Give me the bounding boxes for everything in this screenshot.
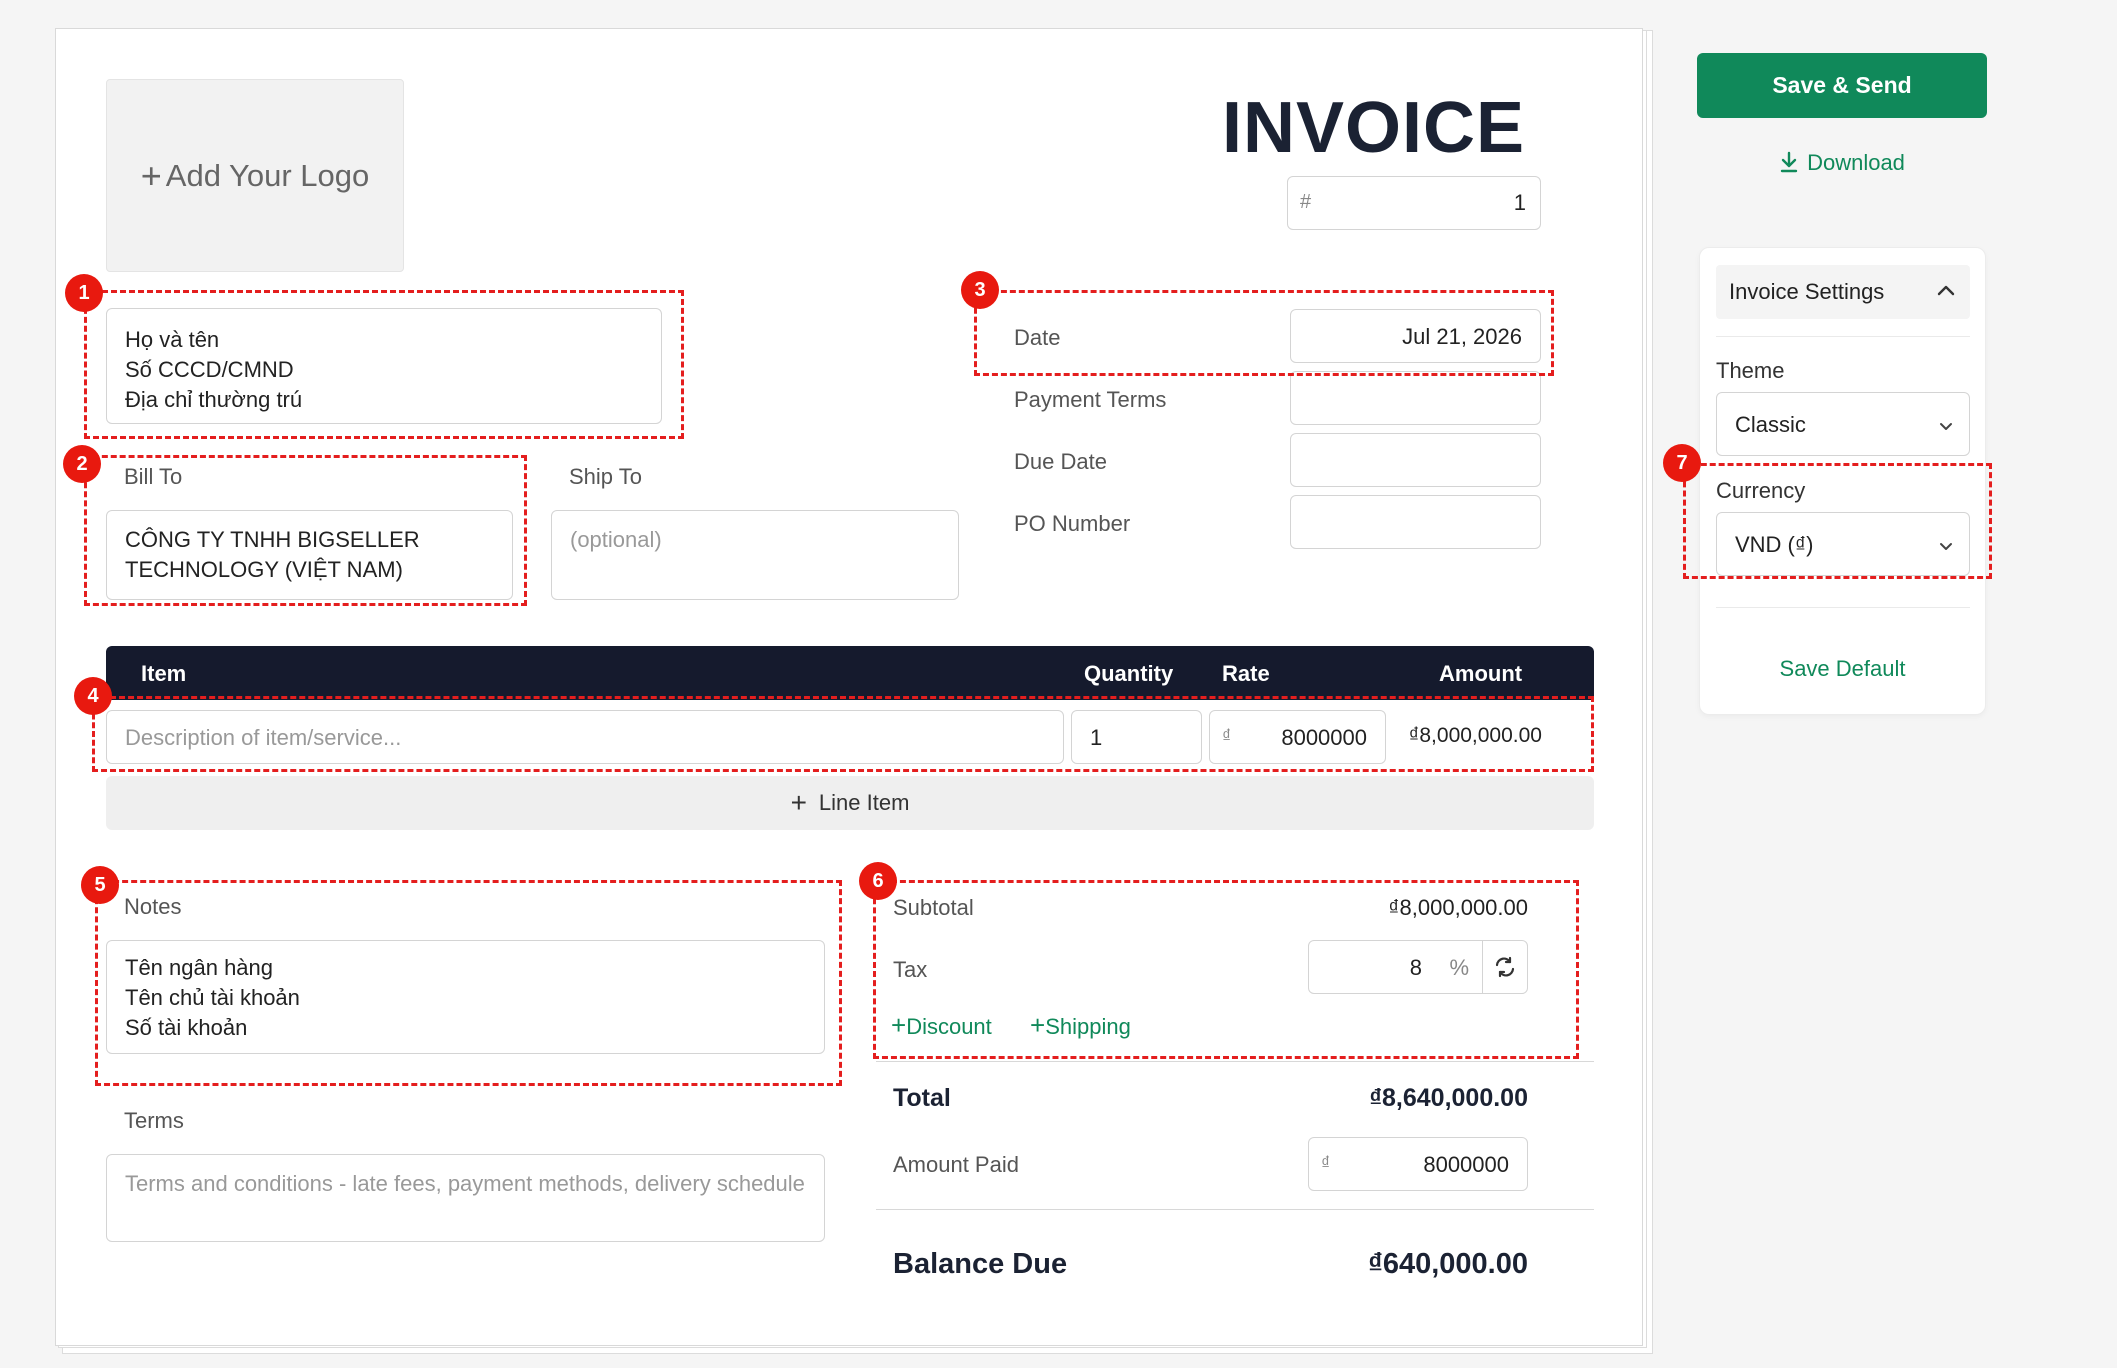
download-button[interactable]: Download: [1697, 150, 1987, 179]
annotation-badge-5: 5: [81, 866, 119, 904]
chevron-down-icon: [1939, 538, 1953, 556]
bill-to-label: Bill To: [124, 464, 183, 489]
annotation-badge-2: 2: [63, 445, 101, 483]
swap-icon[interactable]: [1489, 951, 1521, 983]
annotation-badge-7: 7: [1663, 444, 1701, 482]
item-quantity-input[interactable]: 1: [1071, 710, 1202, 764]
due-date-label: Due Date: [1014, 449, 1107, 474]
discount-label: Discount: [906, 1014, 992, 1039]
item-rate-value: 8000000: [1281, 725, 1367, 750]
chevron-up-icon: [1936, 283, 1956, 302]
theme-label: Theme: [1716, 358, 1785, 383]
bill-to-text: CÔNG TY TNHH BIGSELLER TECHNOLOGY (VIỆT …: [125, 527, 420, 582]
annotation-badge-4: 4: [74, 677, 112, 715]
currency-label: Currency: [1716, 478, 1806, 503]
payment-terms-label: Payment Terms: [1014, 387, 1167, 412]
download-icon: [1779, 151, 1799, 179]
item-description-input[interactable]: Description of item/service...: [106, 710, 1064, 764]
notes-field[interactable]: Tên ngân hàng Tên chủ tài khoản Số tài k…: [106, 940, 825, 1054]
hash-prefix: #: [1300, 191, 1312, 213]
chevron-down-icon: [1939, 418, 1953, 436]
plus-icon: +: [140, 154, 162, 196]
totals-divider: [876, 1061, 1594, 1062]
date-field[interactable]: Jul 21, 2026: [1290, 309, 1541, 363]
currency-value: VND (₫): [1735, 532, 1814, 557]
theme-select[interactable]: Classic: [1716, 392, 1970, 456]
download-label: Download: [1807, 150, 1905, 175]
bill-to-field[interactable]: CÔNG TY TNHH BIGSELLER TECHNOLOGY (VIỆT …: [106, 510, 513, 600]
invoice-number-field[interactable]: # 1: [1287, 176, 1541, 230]
from-field[interactable]: Họ và tên Số CCCD/CMND Địa chỉ thường tr…: [106, 308, 662, 424]
po-number-field[interactable]: [1290, 495, 1541, 549]
header-rate: Rate: [1222, 661, 1270, 686]
amount-paid-label: Amount Paid: [893, 1152, 1019, 1177]
date-value: Jul 21, 2026: [1402, 324, 1522, 349]
amount-paid-symbol: ₫: [1321, 1153, 1331, 1173]
notes-text: Tên ngân hàng Tên chủ tài khoản Số tài k…: [125, 955, 300, 1040]
invoice-number-value: 1: [1513, 190, 1526, 215]
add-logo-button[interactable]: + Add Your Logo: [106, 79, 404, 272]
header-quantity: Quantity: [1084, 661, 1174, 686]
annotation-badge-3: 3: [961, 271, 999, 309]
payment-terms-field[interactable]: [1290, 371, 1541, 425]
theme-value: Classic: [1735, 412, 1806, 437]
terms-field[interactable]: Terms and conditions - late fees, paymen…: [106, 1154, 825, 1242]
invoice-settings-title: Invoice Settings: [1729, 279, 1885, 304]
header-item: Item: [141, 661, 187, 686]
save-default-button[interactable]: Save Default: [1699, 656, 1986, 682]
terms-placeholder: Terms and conditions - late fees, paymen…: [125, 1171, 805, 1196]
item-quantity-value: 1: [1090, 725, 1103, 750]
invoice-settings-header[interactable]: Invoice Settings: [1716, 265, 1970, 319]
from-text: Họ và tên Số CCCD/CMND Địa chỉ thường tr…: [125, 327, 303, 412]
notes-label: Notes: [124, 894, 182, 919]
amount-paid-value: 8000000: [1423, 1152, 1509, 1177]
items-table-header: Item Quantity Rate Amount: [106, 646, 1594, 700]
add-line-item-label: Line Item: [818, 790, 910, 815]
item-rate-input[interactable]: ₫ 8000000: [1209, 710, 1386, 764]
date-label: Date: [1014, 325, 1061, 350]
ship-to-placeholder: (optional): [570, 527, 662, 552]
tax-divider: [1482, 941, 1483, 993]
plus-icon: +: [891, 1010, 907, 1040]
subtotal-label: Subtotal: [893, 895, 974, 920]
subtotal-value: ₫8,000,000.00: [1388, 895, 1528, 920]
header-amount: Amount: [1439, 661, 1523, 686]
totals-divider: [876, 1209, 1594, 1210]
po-number-label: PO Number: [1014, 511, 1131, 536]
add-logo-label: Add Your Logo: [165, 157, 370, 193]
annotation-badge-6: 6: [859, 862, 897, 900]
tax-label: Tax: [893, 957, 928, 982]
total-label: Total: [893, 1084, 951, 1112]
shipping-label: Shipping: [1045, 1014, 1131, 1039]
save-send-button[interactable]: Save & Send: [1697, 53, 1987, 118]
plus-icon: +: [790, 787, 807, 818]
item-amount: ₫8,000,000.00: [1408, 724, 1542, 747]
settings-divider: [1716, 336, 1970, 337]
tax-unit: %: [1449, 955, 1469, 980]
due-date-field[interactable]: [1290, 433, 1541, 487]
plus-icon: +: [1030, 1010, 1046, 1040]
balance-due-label: Balance Due: [893, 1248, 1068, 1280]
total-value: ₫8,640,000.00: [1369, 1084, 1528, 1112]
tax-value: 8: [1409, 955, 1422, 980]
add-shipping-button[interactable]: +Shipping: [1030, 1010, 1131, 1041]
terms-label: Terms: [124, 1108, 184, 1133]
annotation-badge-1: 1: [65, 274, 103, 312]
tax-input[interactable]: 8 %: [1308, 940, 1528, 994]
ship-to-field[interactable]: (optional): [551, 510, 959, 600]
invoice-title: INVOICE: [1221, 88, 1525, 168]
add-line-item-button[interactable]: + Line Item: [106, 776, 1594, 830]
add-discount-button[interactable]: +Discount: [891, 1010, 992, 1041]
settings-divider: [1716, 607, 1970, 608]
balance-due-value: ₫640,000.00: [1367, 1248, 1528, 1280]
amount-paid-input[interactable]: ₫ 8000000: [1308, 1137, 1528, 1191]
currency-select[interactable]: VND (₫): [1716, 512, 1970, 576]
ship-to-label: Ship To: [569, 464, 642, 489]
item-description-placeholder: Description of item/service...: [125, 725, 402, 750]
item-rate-symbol: ₫: [1222, 726, 1232, 746]
